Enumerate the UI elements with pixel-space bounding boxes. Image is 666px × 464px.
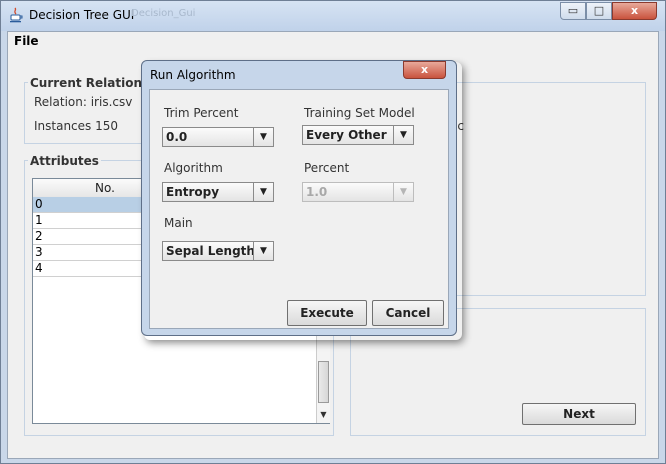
maximize-button[interactable]: □	[586, 2, 612, 20]
chevron-down-icon: ▼	[393, 183, 413, 201]
column-header-no: No.	[95, 181, 115, 195]
algorithm-label: Algorithm	[164, 161, 223, 175]
title-bar[interactable]: Decision Tree GUI Decision_Gui ▭ □ x	[1, 1, 665, 31]
scroll-down-arrow-icon[interactable]: ▼	[318, 409, 329, 421]
execute-button[interactable]: Execute	[287, 300, 367, 326]
dialog-body: Trim Percent 0.0 ▼ Training Set Model Ev…	[149, 89, 449, 329]
chevron-down-icon: ▼	[253, 183, 273, 201]
dialog-close-button[interactable]: x	[403, 61, 446, 79]
background-window-title: Decision_Gui	[131, 8, 196, 19]
current-relation-title: Current Relation	[28, 76, 145, 90]
attributes-title: Attributes	[28, 154, 101, 168]
training-set-model-select[interactable]: Every Other ▼	[302, 125, 414, 145]
java-cup-icon	[9, 7, 23, 23]
training-set-model-label: Training Set Model	[304, 106, 415, 120]
main-label: Main	[164, 216, 193, 230]
cancel-button[interactable]: Cancel	[372, 300, 444, 326]
instances-label: Instances 150	[34, 119, 119, 133]
minimize-button[interactable]: ▭	[560, 2, 586, 20]
algorithm-select[interactable]: Entropy ▼	[162, 182, 274, 202]
close-button[interactable]: x	[612, 2, 657, 20]
dialog-title: Run Algorithm	[150, 68, 236, 82]
run-algorithm-dialog: Run Algorithm x Trim Percent 0.0 ▼ Train…	[141, 60, 457, 336]
chevron-down-icon: ▼	[393, 126, 413, 144]
relation-label: Relation: iris.csv	[34, 95, 133, 109]
trim-percent-label: Trim Percent	[164, 106, 239, 120]
window-title: Decision Tree GUI	[29, 8, 135, 22]
main-attribute-select[interactable]: Sepal Length ▼	[162, 241, 274, 261]
percent-select: 1.0 ▼	[302, 182, 414, 202]
trim-percent-select[interactable]: 0.0 ▼	[162, 127, 274, 147]
menu-bar: File	[8, 32, 658, 52]
next-button[interactable]: Next	[522, 403, 636, 425]
menu-file[interactable]: File	[14, 34, 39, 48]
percent-label: Percent	[304, 161, 350, 175]
chevron-down-icon: ▼	[253, 242, 273, 260]
chevron-down-icon: ▼	[253, 128, 273, 146]
scrollbar-thumb[interactable]	[318, 361, 329, 403]
